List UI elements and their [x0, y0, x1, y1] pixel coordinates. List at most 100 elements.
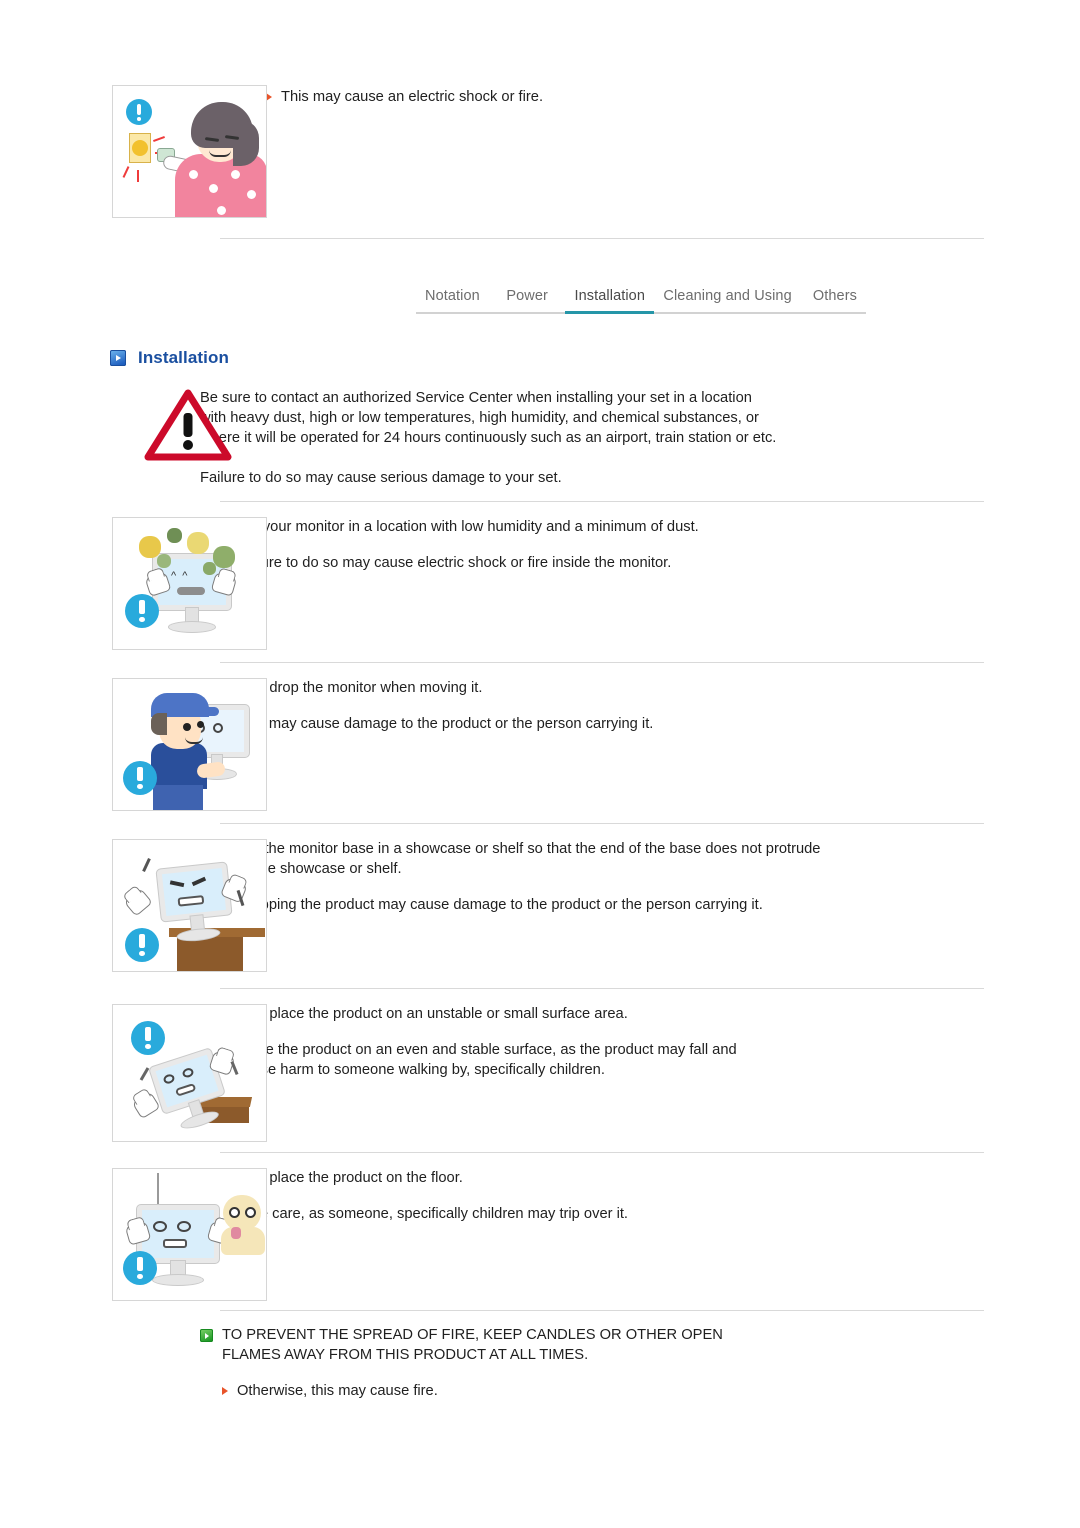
- warning-note: Failure to do so may cause serious damag…: [200, 470, 562, 486]
- top-note-text-cell: This may cause an electric shock or fire…: [200, 85, 1080, 107]
- item-row-2: Do not drop the monitor when moving it. …: [0, 678, 1080, 811]
- eye-shape: [153, 1221, 167, 1232]
- mandatory-blue-exclamation-circle-icon: [126, 99, 152, 125]
- warning-text-cell: Be sure to contact an authorized Service…: [200, 388, 1080, 488]
- motion-line: [139, 1067, 150, 1081]
- dust-particle: [139, 536, 161, 558]
- sub-bullet-line: This may cause an electric shock or fire…: [266, 87, 1056, 107]
- dust-particle: [213, 546, 235, 568]
- dot: [247, 190, 256, 199]
- divider: [220, 238, 984, 239]
- man-hair-shape: [151, 713, 167, 735]
- dust-particle: [167, 528, 182, 543]
- tab-cleaning-and-using[interactable]: Cleaning and Using: [654, 288, 800, 312]
- tab-notation[interactable]: Notation: [416, 288, 489, 312]
- manual-page: This may cause an electric shock or fire…: [0, 0, 1080, 1528]
- eye-shape: [213, 723, 223, 733]
- sub-bullet-text: Failure to do so may cause electric shoc…: [237, 555, 672, 571]
- orange-triangle-bullet-icon: [222, 1387, 228, 1395]
- mouth-shape: [163, 1239, 187, 1248]
- spark-line: [122, 166, 130, 178]
- main-bullet-line: Place your monitor in a location with lo…: [200, 517, 1056, 537]
- eye-shape: [183, 723, 191, 731]
- divider: [220, 1310, 984, 1311]
- sub-bullet-line: Take care, as someone, specifically chil…: [222, 1204, 1056, 1224]
- dust-particle: [187, 532, 209, 554]
- section-tabs: Notation Power Installation Cleaning and…: [416, 288, 866, 314]
- hand-shape: [131, 1090, 161, 1120]
- sub-bullet-text: This may cause an electric shock or fire…: [281, 89, 544, 105]
- eye-shape: [177, 1221, 191, 1232]
- spark-line: [137, 170, 139, 182]
- mandatory-blue-exclamation-circle-icon: [123, 761, 157, 795]
- sub-bullet-text: This may cause damage to the product or …: [237, 716, 654, 732]
- page-title-label: Installation: [138, 348, 229, 367]
- item-text-cell: Do not place the product on an unstable …: [200, 1004, 1080, 1080]
- sub-bullet-line: Failure to do so may cause electric shoc…: [222, 553, 1056, 573]
- sub-bullet-text: Otherwise, this may cause fire.: [237, 1383, 438, 1399]
- dust-particle: [203, 562, 216, 575]
- illustration-cell: [0, 85, 267, 218]
- green-play-chip-icon: [200, 1329, 213, 1342]
- item-text-cell: TO PREVENT THE SPREAD OF FIRE, KEEP CAND…: [200, 1325, 1080, 1401]
- dot: [189, 170, 198, 179]
- sub-bullet-text: Place the product on an even and stable …: [237, 1042, 737, 1078]
- illustration-woman-plugging-outlet: [112, 85, 267, 218]
- sub-bullet-text: Dropping the product may cause damage to…: [237, 897, 763, 913]
- motion-line: [142, 858, 151, 872]
- warning-row: Be sure to contact an authorized Service…: [0, 388, 1080, 488]
- tab-installation[interactable]: Installation: [565, 288, 654, 312]
- sub-bullet-line: This may cause damage to the product or …: [222, 714, 1056, 734]
- divider: [220, 988, 984, 989]
- item-row-4: Do not place the product on an unstable …: [0, 1004, 1080, 1142]
- eye-shape: [229, 1207, 240, 1218]
- main-bullet-line: Do not place the product on an unstable …: [200, 1004, 1056, 1024]
- item-row-6: TO PREVENT THE SPREAD OF FIRE, KEEP CAND…: [0, 1325, 1080, 1401]
- sub-bullet-line: Dropping the product may cause damage to…: [222, 895, 1056, 915]
- tab-power[interactable]: Power: [497, 288, 557, 312]
- item-row-3: Install the monitor base in a showcase o…: [0, 839, 1080, 972]
- active-tab-underline: [565, 311, 655, 314]
- dot: [209, 184, 218, 193]
- item-row-1: ^ ^ Place your monitor in a location wit…: [0, 517, 1080, 650]
- illustration-cell: [0, 839, 267, 972]
- blue-play-chip-icon: [110, 350, 126, 366]
- top-note-row: This may cause an electric shock or fire…: [0, 85, 1080, 218]
- main-bullet-text: Do not place the product on an unstable …: [222, 1006, 628, 1022]
- tab-list: Notation Power Installation Cleaning and…: [416, 288, 866, 312]
- main-bullet-text: Install the monitor base in a showcase o…: [222, 841, 821, 877]
- divider: [220, 1152, 984, 1153]
- bib-shape: [231, 1227, 241, 1239]
- dot: [231, 170, 240, 179]
- illustration-monitor-on-shelf-edge: [112, 839, 267, 972]
- illustration-monitor-on-floor-with-child: [112, 1168, 267, 1301]
- spark-line: [153, 136, 165, 142]
- item-text-cell: Do not drop the monitor when moving it. …: [200, 678, 1080, 734]
- item-text-cell: Do not place the product on the floor. T…: [200, 1168, 1080, 1224]
- item-text-cell: Place your monitor in a location with lo…: [200, 517, 1080, 573]
- mandatory-blue-exclamation-circle-icon: [125, 928, 159, 962]
- page-title: Installation: [110, 348, 229, 368]
- mandatory-blue-exclamation-circle-icon: [131, 1021, 165, 1055]
- dot: [217, 206, 226, 215]
- spark-shape: [132, 140, 148, 156]
- mandatory-blue-exclamation-circle-icon: [123, 1251, 157, 1285]
- woman-hair-shape: [233, 120, 259, 166]
- eye-shape: [245, 1207, 256, 1218]
- illustration-monitor-with-dust: ^ ^: [112, 517, 267, 650]
- cap-brim-shape: [199, 707, 219, 716]
- mouth-shape: [209, 150, 231, 157]
- illustration-man-carrying-monitor: [112, 678, 267, 811]
- sub-bullet-line: Otherwise, this may cause fire.: [222, 1381, 1056, 1401]
- sub-bullet-text: Take care, as someone, specifically chil…: [237, 1206, 629, 1222]
- main-bullet-text: Place your monitor in a location with lo…: [222, 519, 699, 535]
- mandatory-blue-exclamation-circle-icon: [125, 594, 159, 628]
- divider: [220, 662, 984, 663]
- warning-paragraph: Be sure to contact an authorized Service…: [200, 390, 777, 446]
- divider: [220, 501, 984, 502]
- illustration-monitor-falling-off-stool: [112, 1004, 267, 1142]
- mouth-shape: [177, 587, 205, 595]
- illustration-cell: [0, 1004, 267, 1142]
- main-bullet-line: TO PREVENT THE SPREAD OF FIRE, KEEP CAND…: [200, 1325, 1056, 1365]
- tab-others[interactable]: Others: [804, 288, 866, 312]
